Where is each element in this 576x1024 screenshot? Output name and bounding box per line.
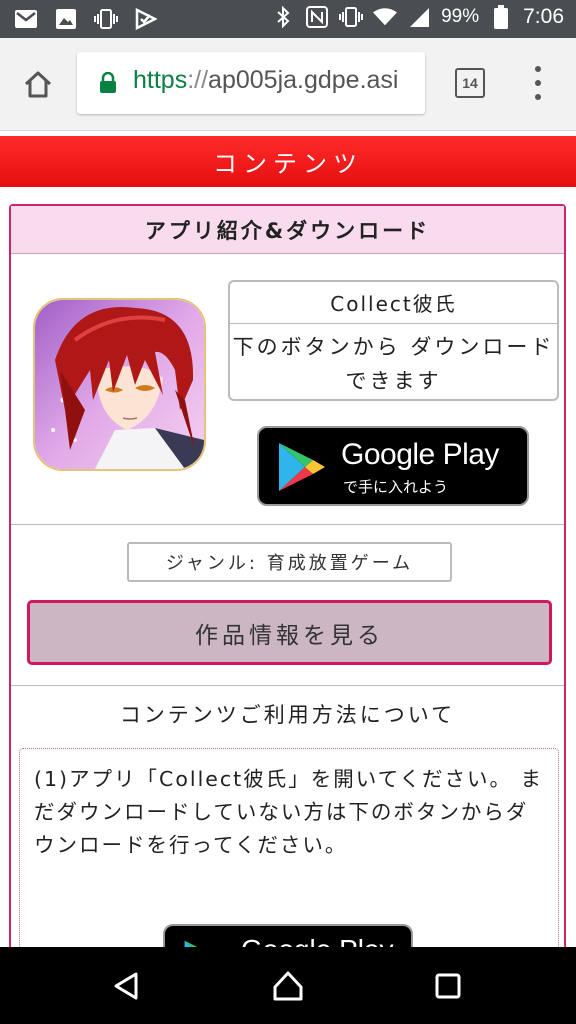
address-bar[interactable]: https://ap005ja.gdpe.asi — [77, 52, 425, 114]
home-nav-icon — [273, 971, 303, 1001]
clock: 7:06 — [523, 5, 564, 28]
google-play-subtitle: で手に入れよう — [343, 478, 449, 496]
home-icon — [24, 71, 52, 98]
home-button[interactable] — [18, 64, 58, 104]
battery-icon — [489, 5, 513, 29]
recents-icon — [435, 973, 461, 999]
signal-icon — [407, 5, 431, 29]
image-icon — [54, 7, 78, 31]
vibrate-icon — [94, 7, 118, 31]
google-play-button[interactable]: Google Play で手に入れよう — [257, 426, 529, 506]
view-details-button[interactable]: 作品情報を見る — [27, 600, 552, 665]
card-title-text: アプリ紹介&ダウンロード — [144, 218, 431, 243]
card-title: アプリ紹介&ダウンロード — [11, 206, 564, 254]
home-nav-button[interactable] — [271, 969, 305, 1003]
system-status-icons: 99% 7:06 — [271, 5, 564, 29]
battery-percent: 99% — [441, 6, 480, 27]
navigation-bar — [0, 947, 576, 1024]
google-play-icon — [275, 440, 329, 498]
app-icon[interactable] — [33, 298, 206, 471]
url-scheme: https — [133, 66, 188, 94]
browser-toolbar: https://ap005ja.gdpe.asi 14 — [0, 38, 576, 131]
lock-icon — [99, 71, 117, 98]
web-page: コンテンツ アプリ紹介&ダウンロード Collect彼氏 下のボタンから ダウン… — [0, 131, 576, 947]
tab-switcher-button[interactable]: 14 — [455, 68, 485, 98]
gmail-icon — [14, 7, 38, 31]
menu-dot-icon — [535, 80, 541, 86]
wifi-icon — [373, 5, 398, 29]
google-play-title-2: Google Play — [241, 934, 394, 947]
nfc-icon — [305, 5, 329, 29]
back-button[interactable] — [110, 969, 144, 1003]
check-flag-icon — [134, 7, 158, 31]
status-bar: 99% 7:06 — [0, 0, 576, 38]
page-header: コンテンツ — [0, 136, 576, 187]
google-play-icon — [181, 938, 229, 947]
url-host: ap005ja.gdpe.asi — [208, 66, 399, 94]
divider — [11, 685, 564, 686]
app-card: アプリ紹介&ダウンロード Collect彼氏 下のボタンから ダウンロードできま… — [9, 204, 566, 947]
url-separator: :// — [187, 66, 209, 94]
google-play-title: Google Play — [341, 438, 499, 471]
url-text: https://ap005ja.gdpe.asi — [133, 66, 399, 95]
overflow-menu-button[interactable] — [528, 66, 548, 100]
app-name: Collect彼氏 — [230, 282, 557, 324]
genre-label: ジャンル: 育成放置ゲーム — [127, 542, 452, 582]
howto-title: コンテンツご利用方法について — [119, 703, 456, 727]
app-info-box: Collect彼氏 下のボタンから ダウンロードできます — [228, 280, 559, 401]
download-instruction: 下のボタンから ダウンロードできます — [232, 335, 555, 393]
menu-dot-icon — [535, 94, 541, 100]
step-box: (1)アプリ「Collect彼氏」を開いてください。 まだダウンロードしていない… — [19, 748, 559, 947]
vibrate-mode-icon — [339, 5, 364, 29]
bluetooth-icon — [271, 5, 295, 29]
page-header-title: コンテンツ — [213, 150, 363, 178]
google-play-button-2[interactable]: Google Play — [163, 924, 413, 947]
notification-icons — [14, 7, 158, 31]
step-1-text: (1)アプリ「Collect彼氏」を開いてください。 まだダウンロードしていない… — [34, 767, 543, 857]
divider — [11, 524, 564, 525]
menu-dot-icon — [535, 66, 541, 72]
recents-button[interactable] — [431, 969, 465, 1003]
back-icon — [114, 972, 138, 1000]
